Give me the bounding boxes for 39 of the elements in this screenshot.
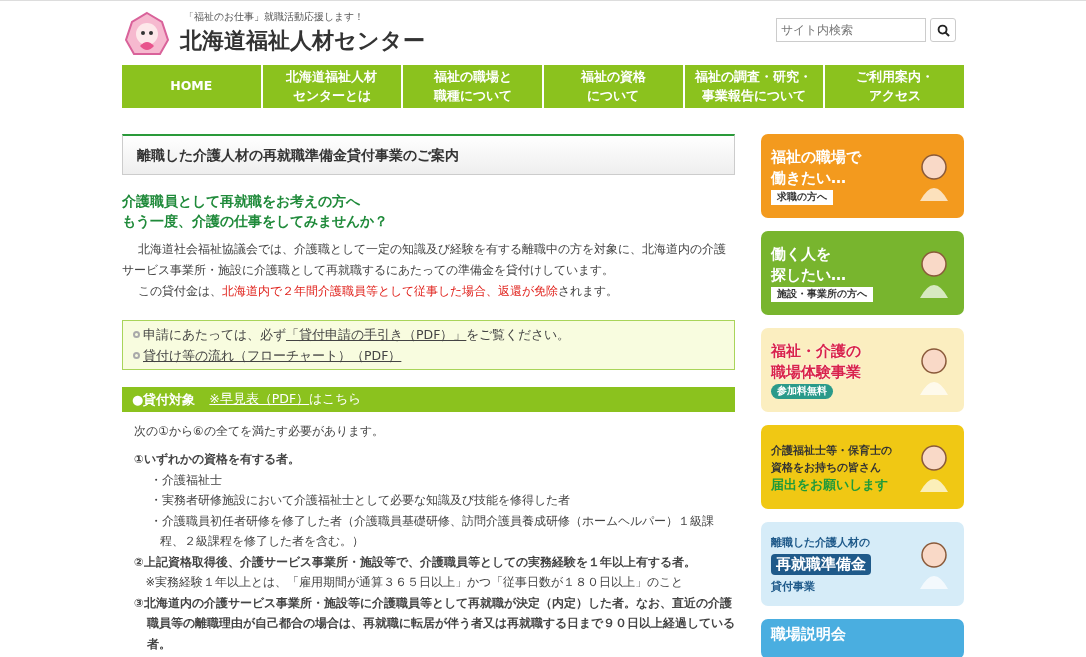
requirement-text: ②上記資格取得後、介護サービス事業所・施設等で、介護職員等としての実務経験を１年以上有する者。 (134, 553, 697, 571)
site-title[interactable]: 北海道福祉人材センター (180, 26, 425, 56)
banner-link[interactable]: 働く人を 探したい… 施設・事業所の方へ (761, 231, 964, 315)
qualification-item: ・介護福祉士 (149, 471, 224, 489)
requirement-text: ③北海道内の介護サービス事業所・施設等に介護職員等として再就職が決定（内定）した者。なお、直近の介護職員等の離職理由が自己都合の場合は、再就職に転居が伴う者又は再就職する日まで９０日以上経過している者。 (134, 594, 735, 653)
banner-link[interactable]: 福祉・介護の 職場体験事業 参加料無料 (761, 328, 964, 412)
notice-text: 申請にあたっては、必ず (143, 326, 286, 344)
section-title: ●貸付対象 (132, 390, 196, 409)
pdf-link[interactable]: 「貸付申請の手引き（PDF）」 (286, 324, 467, 345)
nav-link[interactable]: 北海道福祉人材 センターとは (262, 65, 402, 108)
notice-text: をご覧ください。 (466, 326, 571, 344)
qualification-item: ・介護職員初任者研修を修了した者（介護職員基礎研修、訪問介護員養成研修（ホームヘルパー）１級課程、２級課程を修了した者を含む。） (149, 512, 716, 550)
nav-link[interactable]: 福祉の職場と 職種について (403, 65, 542, 108)
nav-link[interactable]: HOME (122, 65, 261, 108)
pdf-link[interactable]: ※早見表（PDF） (209, 391, 310, 408)
banner-link[interactable]: 離職した介護人材の 再就職準備金 貸付事業 (761, 522, 964, 606)
nav-link[interactable]: ご利用案内・ アクセス (825, 65, 964, 108)
nav-link[interactable]: 福祉の資格 について (544, 65, 683, 108)
intro-paragraph: 北海道社会福祉協議会では、介護職として一定の知識及び経験を有する離職中の方を対象に、北海道内の介護サービス事業所・施設に介護職として再就職するにあたっての準備金を貸付けしています。 (122, 241, 727, 279)
nav-link[interactable]: 福祉の調査・研究・ 事業報告について (684, 65, 824, 108)
requirement-text: ①いずれかの資格を有する者。 (134, 451, 301, 468)
requirements-intro: 次の①から⑥の全てを満たす必要があります。 (134, 423, 385, 440)
search-button[interactable] (930, 18, 956, 42)
search-field[interactable]: サイト内検索 (776, 18, 926, 42)
search-icon (936, 23, 950, 37)
lead-heading: 介護職員として再就職をお考えの方へ (122, 192, 361, 211)
circle-bullet-icon (133, 331, 140, 338)
banner-link[interactable]: 福祉の職場で 働きたい… 求職の方へ (761, 134, 964, 218)
banner-link[interactable]: 介護福祉士等・保育士の 資格をお持ちの皆さん 届出をお願いします (761, 425, 964, 509)
qualification-item: ・実務者研修施設において介護福祉士として必要な知識及び技能を修得した者 (149, 492, 572, 509)
site-tagline: 「福祉のお仕事」就職活動応援します！ (183, 10, 365, 24)
circle-bullet-icon (133, 352, 140, 359)
pdf-link[interactable]: 貸付け等の流れ（フローチャート）（PDF） (143, 345, 402, 366)
lead-heading: もう一度、介護の仕事をしてみませんか？ (122, 212, 389, 231)
requirement-note: ※実務経験１年以上とは、「雇用期間が通算３６５日以上」かつ「従事日数が１８０日以上」のこと (144, 574, 685, 591)
intro-paragraph: この貸付金は、北海道内で２年間介護職員等として従事した場合、返還が免除されます。 (136, 283, 619, 300)
banner-link[interactable]: 職場説明会 (761, 619, 964, 657)
section-link-text: はこちら (309, 391, 362, 408)
page-title: 離職した介護人材の再就職準備金貸付事業のご案内 (122, 134, 735, 175)
